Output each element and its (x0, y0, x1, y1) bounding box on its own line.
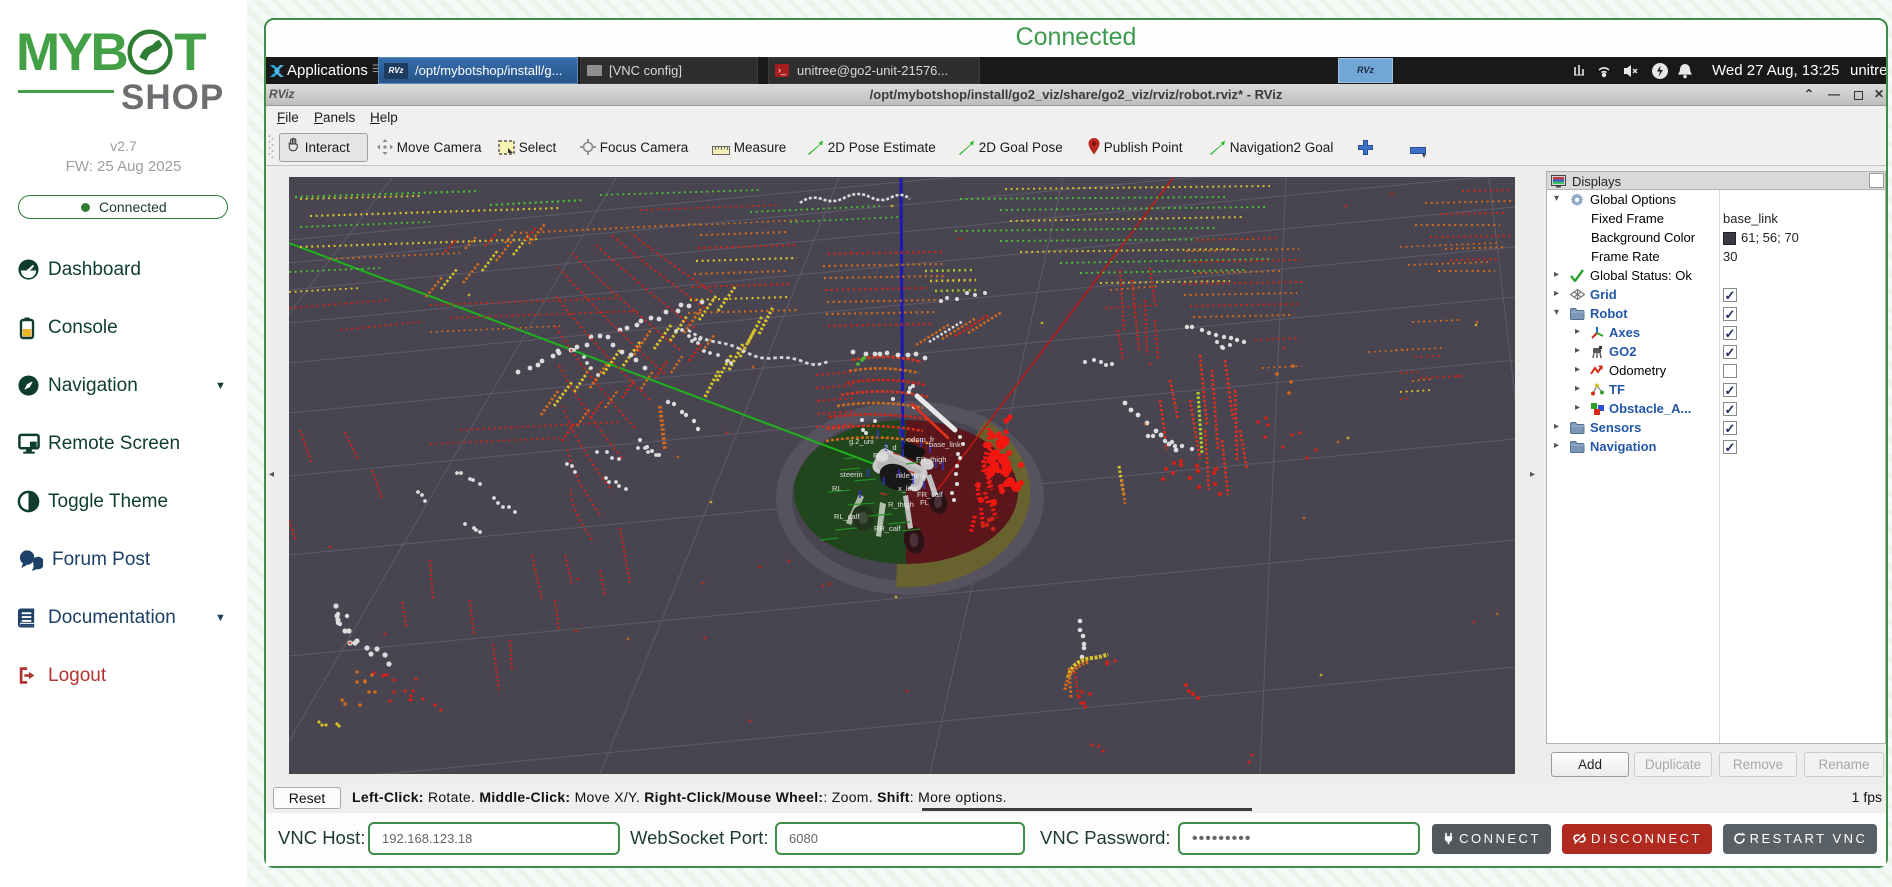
svg-text:g.2_uni: g.2_uni (849, 437, 874, 446)
svg-text:R_thigh: R_thigh (888, 500, 914, 509)
svg-text:base_link: base_link (929, 440, 961, 449)
svg-text:steerin: steerin (840, 470, 863, 479)
svg-text:RL_calf: RL_calf (834, 512, 860, 521)
svg-text:FR_thigh: FR_thigh (916, 455, 946, 464)
svg-text:nkle_link: nkle_link (896, 471, 925, 480)
svg-text:RR_calf: RR_calf (874, 524, 902, 533)
svg-text:FL: FL (873, 451, 882, 460)
svg-text:x_link: x_link (898, 484, 917, 493)
svg-text:RL: RL (832, 484, 842, 493)
svg-text:FL: FL (920, 498, 929, 507)
svg-text:2_d: 2_d (884, 443, 897, 452)
